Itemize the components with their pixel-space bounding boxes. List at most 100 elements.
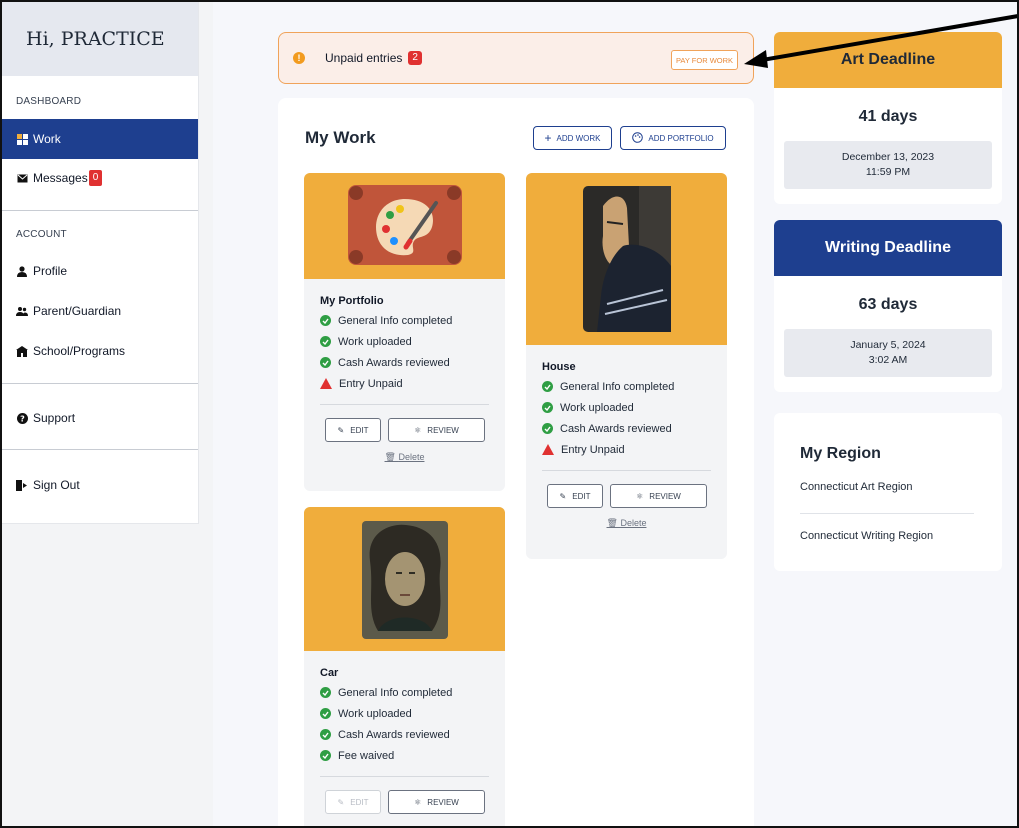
- sidebar: Hi, PRACTICE DASHBOARD Work Messages 0 A…: [2, 2, 199, 524]
- check-circle-icon: [320, 315, 331, 326]
- status-item: Work uploaded: [320, 331, 489, 352]
- add-portfolio-label: ADD PORTFOLIO: [648, 133, 714, 143]
- users-icon: [16, 305, 28, 317]
- status-item: General Info completed: [320, 682, 489, 703]
- school-icon: [16, 345, 28, 357]
- horse-photo: [583, 186, 671, 332]
- status-item: Cash Awards reviewed: [320, 352, 489, 373]
- sign-out-icon: [16, 479, 28, 491]
- status-item: Work uploaded: [320, 703, 489, 724]
- question-icon: ?: [16, 412, 28, 424]
- writing-deadline-date: January 5, 2024 3:02 AM: [784, 329, 992, 377]
- sidebar-item-messages[interactable]: Messages 0: [2, 159, 198, 197]
- sidebar-item-sign-out[interactable]: Sign Out: [2, 465, 198, 505]
- sidebar-item-school-programs[interactable]: School/Programs: [2, 331, 198, 371]
- delete-link[interactable]: 🗑 Delete: [320, 452, 489, 463]
- unpaid-count-badge: 2: [408, 51, 422, 65]
- my-region-card: My Region Connecticut Art Region Connect…: [774, 413, 1002, 571]
- atom-icon: ⚛: [636, 491, 644, 501]
- sidebar-item-parent-guardian[interactable]: Parent/Guardian: [2, 291, 198, 331]
- region-item: Connecticut Writing Region: [800, 530, 934, 542]
- sidebar-item-label: School/Programs: [33, 344, 126, 358]
- region-title: My Region: [800, 445, 881, 462]
- trash-icon: 🗑: [384, 452, 399, 462]
- pencil-icon: ✎: [337, 797, 345, 807]
- check-circle-icon: [320, 357, 331, 368]
- region-divider: [800, 513, 974, 514]
- edit-button[interactable]: ✎ EDIT: [547, 484, 603, 508]
- alert-text: Unpaid entries: [325, 51, 403, 65]
- sidebar-item-label: Work: [33, 132, 61, 146]
- warning-icon: [320, 378, 332, 389]
- section-dashboard: DASHBOARD: [16, 96, 82, 107]
- warning-icon: [542, 444, 554, 455]
- status-item: General Info completed: [542, 376, 711, 397]
- check-circle-icon: [542, 423, 553, 434]
- art-days-remaining: 41 days: [858, 108, 918, 125]
- pencil-icon: ✎: [337, 425, 345, 435]
- check-circle-icon: [542, 402, 553, 413]
- status-item: Fee waived: [320, 745, 489, 766]
- greeting: Hi, PRACTICE: [2, 2, 198, 76]
- writing-days-remaining: 63 days: [858, 296, 918, 313]
- palette-image-icon: [348, 185, 462, 265]
- sidebar-item-label: Sign Out: [33, 478, 80, 492]
- work-card-house: House General Info completed Work upload…: [526, 173, 727, 559]
- unpaid-alert: ! Unpaid entries 2 PAY FOR WORK: [278, 32, 754, 84]
- add-portfolio-button[interactable]: ADD PORTFOLIO: [620, 126, 726, 150]
- add-work-button[interactable]: + ADD WORK: [533, 126, 612, 150]
- review-button[interactable]: ⚛ REVIEW: [388, 418, 485, 442]
- region-item: Connecticut Art Region: [800, 481, 913, 493]
- card-title: My Portfolio: [320, 295, 384, 307]
- delete-link[interactable]: 🗑 Delete: [542, 518, 711, 529]
- check-circle-icon: [320, 336, 331, 347]
- car-thumbnail: [304, 507, 505, 651]
- house-thumbnail: [526, 173, 727, 345]
- check-circle-icon: [320, 708, 331, 719]
- sidebar-item-work[interactable]: Work: [2, 119, 198, 159]
- sidebar-item-label: Parent/Guardian: [33, 304, 122, 318]
- work-card-car: Car General Info completed Work uploaded…: [304, 507, 505, 826]
- portfolio-thumbnail: [304, 173, 505, 279]
- portrait-painting: [362, 521, 448, 639]
- sidebar-item-profile[interactable]: Profile: [2, 251, 198, 291]
- status-item: General Info completed: [320, 310, 489, 331]
- edit-button[interactable]: ✎ EDIT: [325, 790, 381, 814]
- status-item: Cash Awards reviewed: [320, 724, 489, 745]
- sidebar-item-label: Messages: [33, 171, 88, 185]
- card-divider: [320, 404, 489, 405]
- edit-button[interactable]: ✎ EDIT: [325, 418, 381, 442]
- add-work-label: ADD WORK: [556, 133, 601, 143]
- card-title: House: [542, 361, 576, 373]
- palette-icon: [632, 131, 644, 145]
- review-button[interactable]: ⚛ REVIEW: [610, 484, 707, 508]
- sidebar-item-support[interactable]: ? Support: [2, 398, 198, 438]
- pay-for-work-button[interactable]: PAY FOR WORK: [671, 50, 738, 70]
- art-deadline-date: December 13, 2023 11:59 PM: [784, 141, 992, 189]
- app-frame: Hi, PRACTICE DASHBOARD Work Messages 0 A…: [0, 0, 1019, 828]
- work-card-portfolio: My Portfolio General Info completed Work…: [304, 173, 505, 491]
- page-title: My Work: [305, 128, 376, 147]
- card-divider: [320, 776, 489, 777]
- annotation-arrow: [744, 14, 1017, 68]
- section-account: ACCOUNT: [16, 229, 67, 240]
- messages-count-badge: 0: [88, 170, 103, 186]
- writing-deadline-card: Writing Deadline 63 days January 5, 2024…: [774, 220, 1002, 392]
- sidebar-item-label: Profile: [33, 264, 68, 278]
- card-title: Car: [320, 667, 339, 679]
- svg-text:?: ?: [20, 414, 25, 423]
- envelope-icon: [16, 172, 28, 184]
- trash-icon: 🗑: [606, 518, 621, 528]
- status-item: Work uploaded: [542, 397, 711, 418]
- sidebar-item-label: Support: [33, 411, 76, 425]
- atom-icon: ⚛: [414, 797, 422, 807]
- check-circle-icon: [320, 687, 331, 698]
- writing-deadline-title: Writing Deadline: [774, 220, 1002, 276]
- user-icon: [16, 265, 28, 277]
- status-item: Entry Unpaid: [542, 439, 711, 460]
- check-circle-icon: [320, 750, 331, 761]
- atom-icon: ⚛: [414, 425, 422, 435]
- status-item: Entry Unpaid: [320, 373, 489, 394]
- review-button[interactable]: ⚛ REVIEW: [388, 790, 485, 814]
- status-item: Cash Awards reviewed: [542, 418, 711, 439]
